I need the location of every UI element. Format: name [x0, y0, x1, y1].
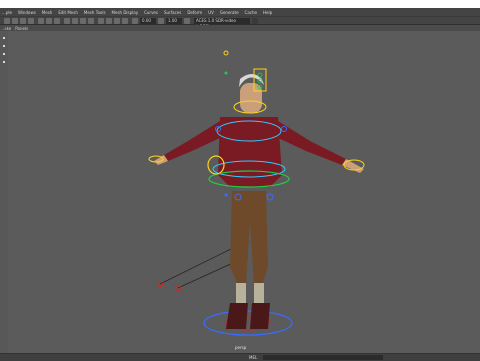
right-thigh-control[interactable]	[266, 193, 274, 201]
menu-bar: ...ple Windows Mesh Edit Mesh Mesh Tools…	[0, 8, 480, 16]
menu-item-curves[interactable]: Curves	[144, 10, 158, 15]
shadows-icon[interactable]	[98, 18, 104, 24]
view-transform-dropdown[interactable]: ACES 1.0 SDR-video (sRGB)	[194, 18, 250, 29]
maya-window: ...ple Windows Mesh Edit Mesh Mesh Tools…	[0, 8, 480, 361]
command-input[interactable]	[263, 355, 383, 360]
menu-item-mesh-display[interactable]: Mesh Display	[112, 10, 139, 15]
eye-target-control[interactable]	[224, 71, 228, 75]
tool-strip	[0, 31, 8, 353]
wireframe-icon[interactable]	[64, 18, 70, 24]
image-plane-icon[interactable]	[28, 18, 34, 24]
menu-item-deform[interactable]: Deform	[187, 10, 202, 15]
right-sock	[254, 283, 264, 303]
isolate-select-icon[interactable]	[132, 18, 138, 24]
pants	[230, 191, 268, 285]
film-gate-icon[interactable]	[46, 18, 52, 24]
gamma-icon[interactable]	[158, 18, 164, 24]
panel-menu-panels[interactable]: Panels	[15, 26, 28, 31]
menu-item-0[interactable]: ...ple	[2, 10, 12, 15]
face-ctrl-1[interactable]	[257, 72, 263, 78]
camera-attributes-icon[interactable]	[12, 18, 18, 24]
scale-tool-icon[interactable]	[3, 61, 5, 63]
left-sock	[236, 283, 246, 303]
motion-blur-icon[interactable]	[114, 18, 120, 24]
smooth-shade-icon[interactable]	[72, 18, 78, 24]
rotate-tool-icon[interactable]	[3, 53, 5, 55]
menu-item-edit-mesh[interactable]: Edit Mesh	[58, 10, 78, 15]
color-management-icon[interactable]	[184, 18, 190, 24]
grid-icon[interactable]	[38, 18, 44, 24]
menu-item-mesh[interactable]: Mesh	[42, 10, 53, 15]
left-sleeve	[164, 121, 222, 161]
ambient-occlusion-icon[interactable]	[106, 18, 112, 24]
menu-item-cache[interactable]: Cache	[245, 10, 257, 15]
menu-item-mesh-tools[interactable]: Mesh Tools	[84, 10, 106, 15]
chevron-down-icon[interactable]	[252, 18, 258, 24]
hip-left-marker[interactable]	[224, 193, 228, 197]
move-tool-icon[interactable]	[3, 45, 5, 47]
select-tool-icon[interactable]	[3, 37, 5, 39]
camera-name-label: persp	[235, 345, 247, 350]
bookmark-icon[interactable]	[20, 18, 26, 24]
menu-item-generate[interactable]: Generate	[220, 10, 239, 15]
textured-icon[interactable]	[80, 18, 86, 24]
lights-icon[interactable]	[88, 18, 94, 24]
head-top-control[interactable]	[223, 50, 229, 56]
menu-item-help[interactable]: Help	[263, 10, 272, 15]
menu-item-windows[interactable]: Windows	[18, 10, 36, 15]
menu-item-uv[interactable]: UV	[208, 10, 214, 15]
knee-pole-line-left	[159, 247, 234, 285]
resolution-gate-icon[interactable]	[54, 18, 60, 24]
gamma-field[interactable]: 1.00	[166, 18, 182, 24]
viewport-toolbar: 0.00 1.00 ACES 1.0 SDR-video (sRGB)	[0, 16, 480, 29]
left-shoe	[226, 303, 248, 329]
exposure-field[interactable]: 0.00	[140, 18, 156, 24]
root-control-circle[interactable]	[203, 310, 293, 336]
3d-viewport[interactable]: persp	[8, 31, 480, 353]
character-rig-view	[148, 50, 365, 336]
right-shoe	[250, 303, 270, 329]
menu-item-surfaces[interactable]: Surfaces	[164, 10, 181, 15]
command-language-label[interactable]: MEL	[249, 355, 257, 360]
head	[240, 83, 262, 113]
anti-aliasing-icon[interactable]	[122, 18, 128, 24]
panel-menu-shading[interactable]: ..ske	[2, 26, 11, 31]
select-camera-icon[interactable]	[4, 18, 10, 24]
